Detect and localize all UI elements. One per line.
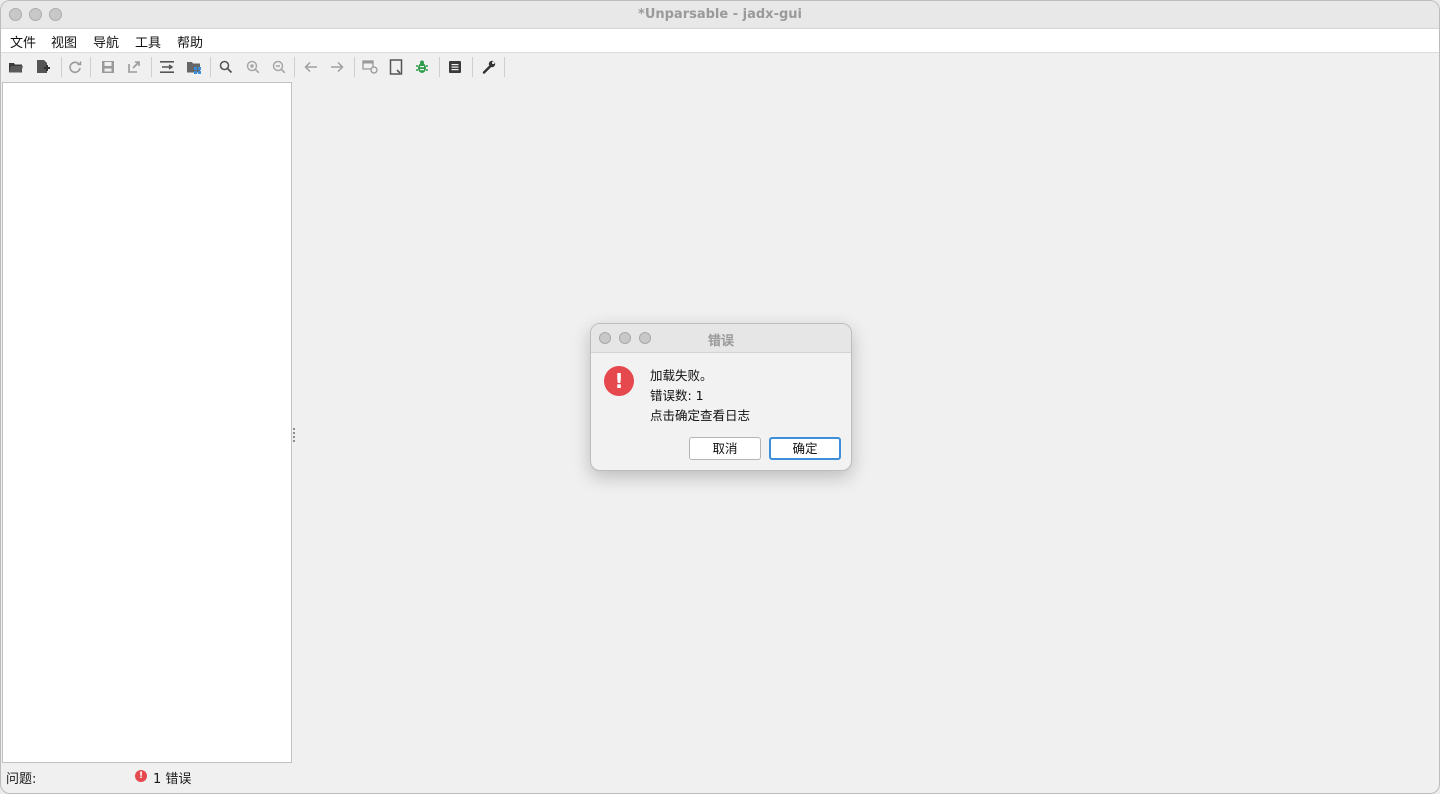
reload-icon[interactable] — [66, 58, 84, 76]
status-bar: 问题: ! 1 错误 — [1, 766, 1439, 788]
forward-icon[interactable] — [328, 58, 346, 76]
main-window: *Unparsable - jadx-gui 文件 视图 导航 工具 帮助 问题… — [0, 0, 1440, 794]
project-tree-panel[interactable] — [2, 82, 292, 763]
alert-icon: ! — [604, 366, 634, 396]
menu-tools[interactable]: 工具 — [135, 32, 161, 51]
bottom-pane-divider[interactable] — [714, 791, 728, 793]
toolbar-separator — [61, 57, 62, 77]
menu-file[interactable]: 文件 — [10, 32, 36, 51]
cancel-button[interactable]: 取消 — [689, 437, 761, 460]
sync-tree-icon[interactable] — [158, 58, 176, 76]
error-icon: ! — [135, 770, 147, 782]
window-title: *Unparsable - jadx-gui — [638, 7, 802, 22]
log-icon[interactable] — [446, 58, 464, 76]
toolbar-separator — [439, 57, 440, 77]
ok-button[interactable]: 确定 — [769, 437, 841, 460]
toolbar-separator — [472, 57, 473, 77]
toolbar-separator — [210, 57, 211, 77]
dialog-message-line-1: 加载失败。 — [650, 368, 713, 383]
toolbar-separator — [354, 57, 355, 77]
bookmark-icon[interactable] — [387, 58, 405, 76]
deobfuscation-icon[interactable] — [361, 58, 379, 76]
find-text-icon[interactable] — [270, 58, 288, 76]
title-bar: *Unparsable - jadx-gui — [1, 1, 1439, 29]
preferences-icon[interactable] — [480, 58, 498, 76]
toolbar-separator — [504, 57, 505, 77]
toolbar-separator — [151, 57, 152, 77]
menu-help[interactable]: 帮助 — [177, 32, 203, 51]
issues-label: 问题: — [6, 772, 37, 787]
toolbar — [1, 53, 1439, 81]
debugger-icon[interactable] — [413, 58, 431, 76]
add-files-icon[interactable] — [34, 58, 52, 76]
dialog-message-line-3: 点击确定查看日志 — [650, 408, 751, 423]
dialog-title: 错误 — [707, 334, 734, 349]
toolbar-separator — [90, 57, 91, 77]
dialog-message-line-2: 错误数: 1 — [650, 388, 704, 403]
menu-view[interactable]: 视图 — [51, 32, 77, 51]
error-dialog: 错误 ! 加载失败。 错误数: 1 点击确定查看日志 取消 确定 — [590, 323, 852, 471]
save-icon[interactable] — [99, 58, 117, 76]
menu-bar: 文件 视图 导航 工具 帮助 — [1, 29, 1439, 53]
toolbar-separator — [294, 57, 295, 77]
flatten-packages-icon[interactable] — [185, 58, 203, 76]
find-usage-icon[interactable] — [244, 58, 262, 76]
open-folder-icon[interactable] — [7, 58, 25, 76]
search-icon[interactable] — [217, 58, 235, 76]
menu-navigation[interactable]: 导航 — [93, 32, 119, 51]
split-pane-divider[interactable] — [292, 428, 296, 444]
error-count-link[interactable]: 1 错误 — [153, 768, 191, 787]
back-icon[interactable] — [302, 58, 320, 76]
export-icon[interactable] — [125, 58, 143, 76]
dialog-title-bar: 错误 — [591, 324, 851, 353]
